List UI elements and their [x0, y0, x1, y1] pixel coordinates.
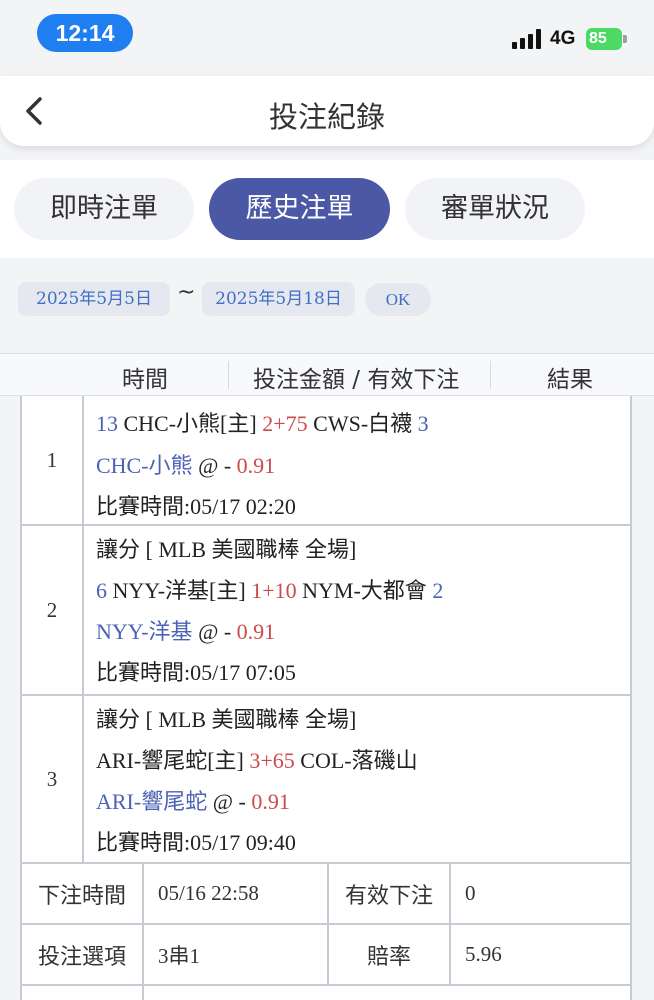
handicap: 1+10 [251, 578, 297, 603]
table-row: 2 讓分 [ MLB 美國職棒 全場] 6 NYY-洋基[主] 1+10 NYM… [20, 526, 632, 696]
away-score: 2 [432, 578, 444, 603]
pick-team: NYY-洋基 [96, 619, 193, 644]
signal-icon [512, 29, 544, 49]
match-time: 比賽時間:05/17 09:40 [96, 830, 296, 855]
match-time: 比賽時間:05/17 02:20 [96, 494, 296, 519]
away-score: 3 [417, 411, 429, 436]
bet-time-label-cell: 下注時間 [22, 864, 144, 923]
column-divider [228, 361, 229, 389]
tab-live-bets[interactable]: 即時注單 [14, 178, 194, 240]
match-time: 比賽時間:05/17 07:05 [96, 660, 296, 685]
option-cell: 3串1 [144, 925, 329, 984]
battery-tip [623, 35, 627, 43]
date-filter: 2025年5月5日 ~ 2025年5月18日 OK [0, 258, 654, 353]
pick-at: @ - [198, 619, 232, 644]
tab-bar: 即時注單 歷史注單 審單狀況 [0, 160, 654, 258]
table-row: 3 讓分 [ MLB 美國職棒 全場] ARI-響尾蛇[主] 3+65 COL-… [20, 696, 632, 864]
row-index: 3 [22, 696, 84, 862]
away-team: COL-落磯山 [300, 748, 418, 773]
date-from-field[interactable]: 2025年5月5日 [18, 282, 170, 316]
match-line: 13 CHC-小熊[主] 2+75 CWS-白襪 3 [96, 406, 429, 438]
top-header: 投注紀錄 [0, 76, 654, 146]
pick-odds: 0.91 [236, 619, 276, 644]
valid-bet-label-cell: 有效下注 [329, 864, 451, 923]
row-index: 2 [22, 526, 84, 694]
match-line: ARI-響尾蛇[主] 3+65 COL-落磯山 [96, 743, 418, 775]
tab-review-status[interactable]: 審單狀況 [405, 178, 585, 240]
odds-label-cell: 賠率 [329, 925, 451, 984]
home-team: ARI-響尾蛇[主] [96, 748, 244, 773]
pick-team: CHC-小熊 [96, 453, 193, 478]
odds-value: 5.96 [465, 942, 502, 966]
option-label: 投注選項 [37, 944, 126, 970]
away-team: CWS-白襪 [313, 411, 413, 436]
status-time: 12:14 [37, 14, 133, 52]
valid-bet-cell: 0 [451, 864, 630, 923]
pick-odds: 0.91 [236, 453, 276, 478]
home-team: CHC-小熊[主] [123, 411, 257, 436]
league-line: 讓分 [ MLB 美國職棒 全場] [96, 537, 357, 562]
date-to-field[interactable]: 2025年5月18日 [202, 282, 355, 316]
page-title: 投注紀錄 [268, 100, 385, 134]
home-team: NYY-洋基[主] [112, 578, 246, 603]
column-divider [490, 361, 491, 389]
home-score: 13 [96, 411, 118, 436]
pick-line: CHC-小熊 @ - 0.91 [96, 448, 275, 480]
handicap: 2+75 [262, 411, 308, 436]
pick-odds: 0.91 [251, 789, 290, 814]
odds-label: 賠率 [366, 944, 411, 970]
date-separator: ~ [177, 280, 196, 305]
handicap: 3+65 [249, 748, 295, 773]
pick-at: @ - [198, 453, 232, 478]
bet-time-cell: 05/16 22:58 [144, 864, 329, 923]
summary-row-partial [20, 986, 632, 1000]
status-bar: 12:14 4G 85 [0, 0, 654, 76]
row-index: 1 [22, 396, 84, 524]
league-line: 讓分 [ MLB 美國職棒 全場] [96, 707, 357, 732]
column-amount: 投注金額 / 有效下注 [253, 367, 460, 393]
table-header: 時間 投注金額 / 有效下注 結果 [0, 353, 654, 396]
column-result: 結果 [547, 367, 593, 393]
network-label: 4G [550, 28, 576, 49]
ok-button[interactable]: OK [365, 283, 431, 316]
battery-icon: 85 [586, 28, 622, 50]
home-score: 6 [96, 578, 107, 603]
partial-cell [22, 986, 144, 1000]
option-value: 3串1 [158, 943, 200, 968]
pick-at: @ - [212, 789, 246, 814]
partial-cell [144, 986, 630, 1000]
summary-row: 下注時間 05/16 22:58 有效下注 0 [20, 864, 632, 925]
tab-history-bets[interactable]: 歷史注單 [209, 178, 390, 240]
valid-bet-label: 有效下注 [344, 883, 433, 909]
bet-time-value: 05/16 22:58 [158, 881, 259, 905]
bet-time-label: 下注時間 [37, 883, 126, 909]
summary-row: 投注選項 3串1 賠率 5.96 [20, 925, 632, 986]
odds-cell: 5.96 [451, 925, 630, 984]
column-time: 時間 [122, 367, 168, 393]
away-team: NYM-大都會 [302, 578, 427, 603]
pick-team: ARI-響尾蛇 [96, 789, 208, 814]
pick-line: NYY-洋基 @ - 0.91 [96, 614, 275, 646]
bet-table: 1 13 CHC-小熊[主] 2+75 CWS-白襪 3 CHC-小熊 @ - … [20, 396, 632, 1000]
option-label-cell: 投注選項 [22, 925, 144, 984]
pick-line: ARI-響尾蛇 @ - 0.91 [96, 784, 290, 816]
match-line: 6 NYY-洋基[主] 1+10 NYM-大都會 2 [96, 573, 443, 605]
table-row: 1 13 CHC-小熊[主] 2+75 CWS-白襪 3 CHC-小熊 @ - … [20, 396, 632, 526]
valid-bet-value: 0 [465, 881, 476, 905]
